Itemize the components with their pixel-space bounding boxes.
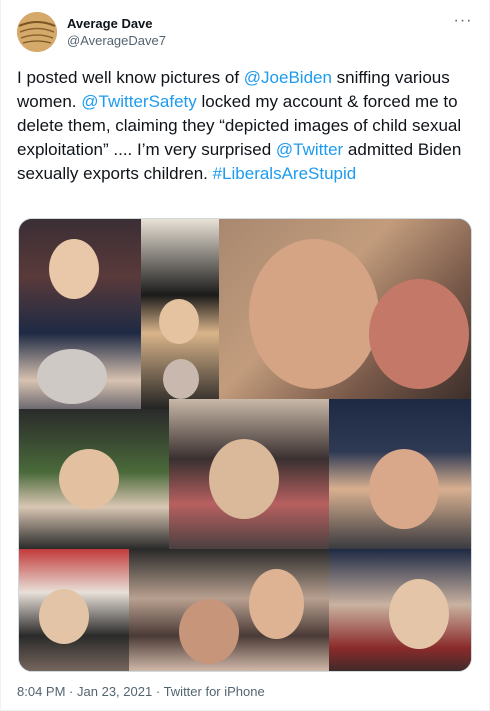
- tweet-card: Average Dave @AverageDave7 ··· I posted …: [0, 0, 490, 711]
- collage-photo: [219, 219, 471, 399]
- user-names: Average Dave @AverageDave7: [67, 15, 166, 49]
- mention-link[interactable]: @JoeBiden: [244, 68, 332, 87]
- meta-separator: ·: [69, 684, 74, 699]
- collage-photo: [329, 549, 471, 671]
- collage-photo: [19, 409, 169, 549]
- tweet-photo-collage[interactable]: [18, 218, 472, 672]
- tweet-source[interactable]: Twitter for iPhone: [164, 684, 265, 699]
- collage-photo: [19, 549, 129, 671]
- mention-link[interactable]: @TwitterSafety: [81, 92, 197, 111]
- tweet-text-segment: I posted well know pictures of: [17, 68, 244, 87]
- collage-photo: [129, 549, 329, 671]
- tweet-text: I posted well know pictures of @JoeBiden…: [17, 66, 472, 186]
- tweet-header: Average Dave @AverageDave7 ···: [17, 12, 475, 56]
- tweet-meta: 8:04 PM · Jan 23, 2021 · Twitter for iPh…: [17, 684, 265, 700]
- more-dots-icon[interactable]: ···: [451, 13, 475, 34]
- collage-photo: [169, 399, 329, 549]
- user-handle[interactable]: @AverageDave7: [67, 32, 166, 49]
- tweet-time[interactable]: 8:04 PM: [17, 684, 65, 699]
- collage-photo: [19, 219, 141, 409]
- mention-link[interactable]: @Twitter: [276, 140, 343, 159]
- meta-separator: ·: [155, 684, 161, 699]
- collage-photo: [329, 399, 471, 549]
- hashtag-link[interactable]: #LiberalsAreStupid: [213, 164, 357, 183]
- collage-photo: [141, 219, 219, 409]
- avatar[interactable]: [17, 12, 57, 52]
- display-name[interactable]: Average Dave: [67, 15, 166, 32]
- tweet-date[interactable]: Jan 23, 2021: [77, 684, 152, 699]
